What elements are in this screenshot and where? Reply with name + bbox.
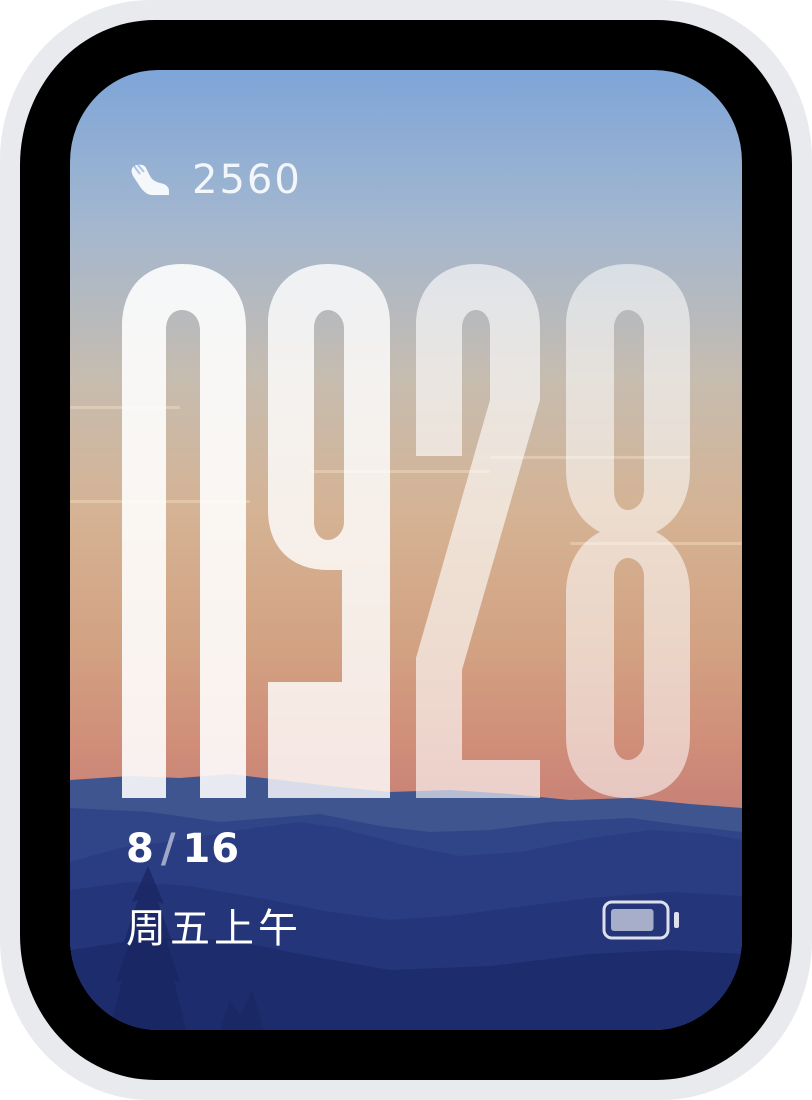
- watch-screen[interactable]: 2560 8/16 周五上午: [70, 70, 742, 1030]
- date-month: 8: [126, 826, 155, 872]
- date-day: 16: [182, 826, 241, 872]
- shoe-icon: [131, 164, 169, 195]
- time-digit-minute-ones: [566, 264, 690, 798]
- time-digit-hour-ones: [268, 264, 390, 798]
- time-display: [122, 264, 690, 798]
- weekday-period: 周五上午: [126, 906, 302, 952]
- time-digit-minute-tens: [416, 264, 540, 798]
- date-display: 8/16: [126, 826, 240, 872]
- steps-value: 2560: [192, 157, 302, 203]
- steps-counter[interactable]: 2560: [130, 157, 302, 203]
- battery-level-fill: [611, 909, 654, 931]
- battery-icon: [602, 900, 679, 940]
- time-digit-hour-tens: [122, 264, 246, 798]
- date-separator: /: [160, 826, 177, 872]
